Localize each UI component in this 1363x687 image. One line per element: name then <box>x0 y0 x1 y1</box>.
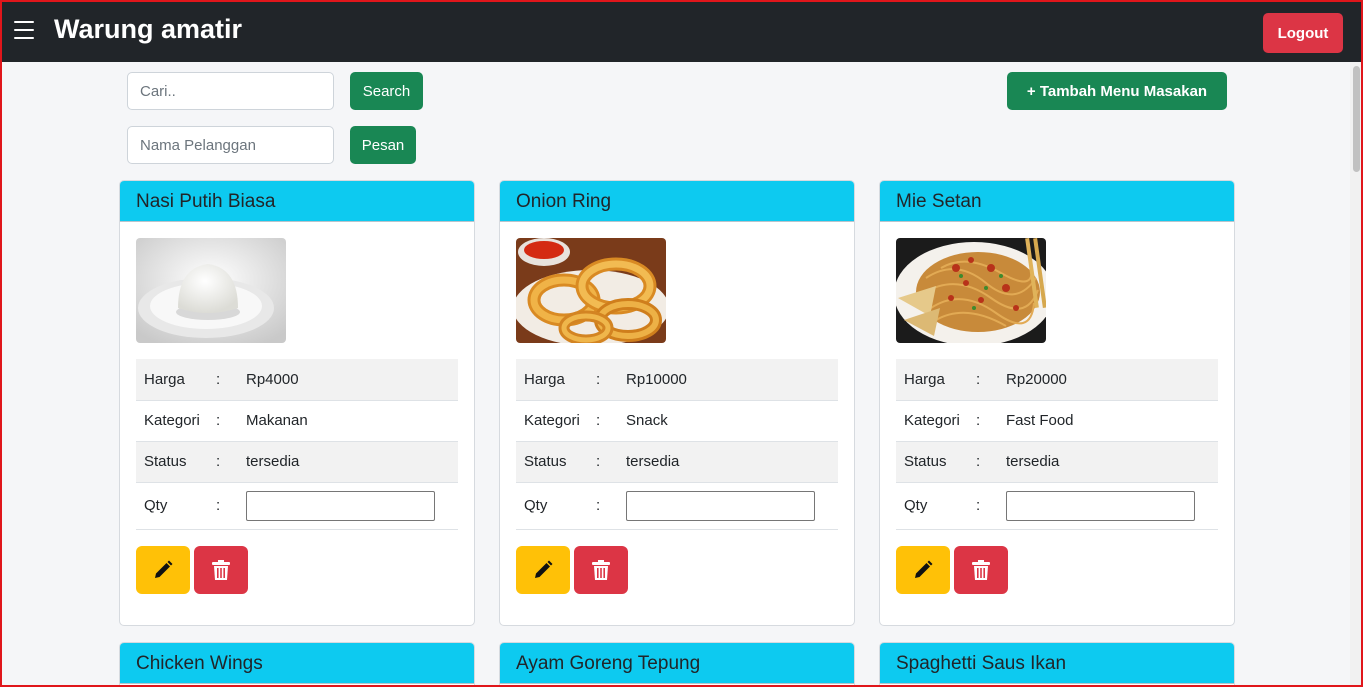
rice-plate-image <box>136 238 286 343</box>
order-button[interactable]: Pesan <box>350 126 416 164</box>
qty-label: Qty <box>896 482 976 530</box>
separator: : <box>216 400 238 442</box>
status-value: tersedia <box>618 441 838 483</box>
qty-input[interactable] <box>1006 490 1195 521</box>
menu-card-title: Chicken Wings <box>120 643 474 684</box>
price-label: Harga <box>896 359 976 401</box>
navbar: Warung amatir Logout <box>0 0 1363 62</box>
delete-button[interactable] <box>574 545 628 594</box>
price-label: Harga <box>516 359 596 401</box>
category-label: Kategori <box>136 400 216 442</box>
menu-card-title: Nasi Putih Biasa <box>120 181 474 222</box>
delete-button[interactable] <box>954 545 1008 594</box>
separator: : <box>976 441 998 483</box>
separator: : <box>596 441 618 483</box>
separator: : <box>976 482 998 530</box>
menu-icon[interactable] <box>14 21 34 39</box>
menu-card-title: Onion Ring <box>500 181 854 222</box>
add-menu-button[interactable]: + Tambah Menu Masakan <box>1007 72 1227 110</box>
trash-icon <box>212 559 230 580</box>
spicy-noodles-image <box>896 238 1046 343</box>
separator: : <box>216 359 238 401</box>
qty-input[interactable] <box>626 490 815 521</box>
category-label: Kategori <box>896 400 976 442</box>
edit-button[interactable] <box>896 545 950 594</box>
pencil-icon <box>155 560 173 578</box>
search-button[interactable]: Search <box>350 72 423 110</box>
separator: : <box>596 400 618 442</box>
scrollbar[interactable] <box>1350 62 1363 687</box>
category-value: Snack <box>618 400 838 442</box>
menu-icon-bar <box>14 29 34 31</box>
status-label: Status <box>516 441 596 483</box>
menu-card-title: Spaghetti Saus Ikan <box>880 643 1234 684</box>
menu-info-table: Harga : Rp20000 Kategori : Fast Food Sta… <box>896 359 1218 530</box>
price-value: Rp20000 <box>998 359 1218 401</box>
pencil-icon <box>535 560 553 578</box>
menu-card-title: Ayam Goreng Tepung <box>500 643 854 684</box>
menu-card: Mie Setan Harga: Rp20000 Kategori: Fas… <box>879 180 1235 626</box>
price-value: Rp4000 <box>238 359 458 401</box>
separator: : <box>596 359 618 401</box>
app-title[interactable]: Warung amatir <box>54 14 242 45</box>
scrollbar-thumb[interactable] <box>1353 66 1360 172</box>
status-value: tersedia <box>998 441 1218 483</box>
separator: : <box>216 441 238 483</box>
status-label: Status <box>896 441 976 483</box>
menu-card-title: Mie Setan <box>880 181 1234 222</box>
category-value: Makanan <box>238 400 458 442</box>
menu-card: Nasi Putih Biasa Harga: Rp4000 Kategori… <box>119 180 475 626</box>
menu-icon-bar <box>14 37 34 39</box>
delete-button[interactable] <box>194 545 248 594</box>
status-value: tersedia <box>238 441 458 483</box>
edit-button[interactable] <box>136 545 190 594</box>
logout-button[interactable]: Logout <box>1263 13 1343 53</box>
menu-info-table: Harga : Rp4000 Kategori : Makanan Status… <box>136 359 458 530</box>
separator: : <box>976 400 998 442</box>
status-label: Status <box>136 441 216 483</box>
price-label: Harga <box>136 359 216 401</box>
category-label: Kategori <box>516 400 596 442</box>
trash-icon <box>972 559 990 580</box>
search-input[interactable] <box>127 72 334 110</box>
customer-name-input[interactable] <box>127 126 334 164</box>
trash-icon <box>592 559 610 580</box>
separator: : <box>596 482 618 530</box>
separator: : <box>976 359 998 401</box>
qty-label: Qty <box>516 482 596 530</box>
menu-card: Onion Ring Harga: Rp10000 Kategori: Sn… <box>499 180 855 626</box>
onion-rings-image <box>516 238 666 343</box>
edit-button[interactable] <box>516 545 570 594</box>
menu-card: Spaghetti Saus Ikan <box>879 642 1235 687</box>
pencil-icon <box>915 560 933 578</box>
separator: : <box>216 482 238 530</box>
menu-card: Chicken Wings <box>119 642 475 687</box>
menu-icon-bar <box>14 21 34 23</box>
qty-input[interactable] <box>246 490 435 521</box>
menu-card: Ayam Goreng Tepung <box>499 642 855 687</box>
price-value: Rp10000 <box>618 359 838 401</box>
qty-label: Qty <box>136 482 216 530</box>
category-value: Fast Food <box>998 400 1218 442</box>
menu-info-table: Harga : Rp10000 Kategori : Snack Status … <box>516 359 838 530</box>
